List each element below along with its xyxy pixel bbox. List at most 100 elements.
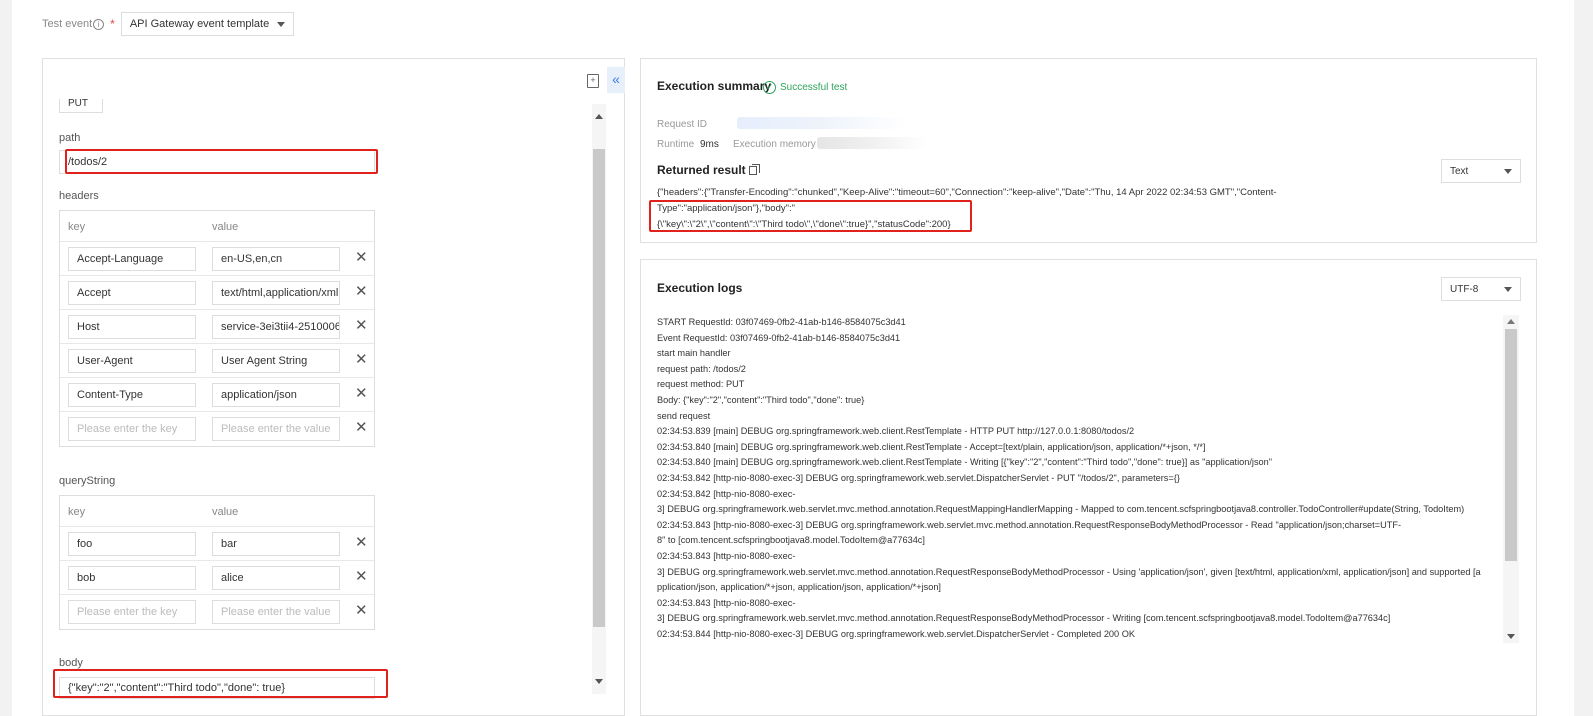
header-key-input[interactable]: Accept-Language <box>68 247 196 271</box>
log-line: 8" to [com.tencent.scfspringbootjava8.mo… <box>657 535 925 546</box>
header-key-input[interactable]: Please enter the key <box>68 417 196 441</box>
header-value-input[interactable]: Please enter the value <box>212 417 340 441</box>
execution-summary-panel: Execution summary ✓ Successful test Requ… <box>640 58 1537 243</box>
close-icon[interactable]: ✕ <box>355 386 368 402</box>
result-format-value: Text <box>1450 165 1469 177</box>
event-template-select[interactable]: API Gateway event template <box>120 12 295 36</box>
header-value-input[interactable]: text/html,application/xml,a <box>212 281 340 305</box>
copy-icon[interactable] <box>749 164 760 175</box>
header-value-input[interactable]: application/json <box>212 383 340 407</box>
log-line: 3] DEBUG org.springframework.web.servlet… <box>657 613 1391 624</box>
log-line: START RequestId: 03f07469-0fb2-41ab-b146… <box>657 317 906 327</box>
highlight-box-result <box>649 200 972 232</box>
log-line: 02:34:53.840 [main] DEBUG org.springfram… <box>657 457 1273 468</box>
table-row: Content-Type application/json ✕ <box>60 378 374 412</box>
chevron-down-icon <box>277 21 286 27</box>
query-value-input[interactable]: alice <box>212 566 340 590</box>
save-template-icon[interactable]: + <box>587 74 599 88</box>
headers-table: key value Accept-Language en-US,en,cn ✕ … <box>59 210 375 447</box>
execution-memory-label: Execution memory <box>733 139 816 150</box>
log-line: Event RequestId: 03f07469-0fb2-41ab-b146… <box>657 332 901 343</box>
query-value-input[interactable]: Please enter the value <box>212 600 340 624</box>
query-value-input[interactable]: bar <box>212 532 340 556</box>
scroll-thumb[interactable] <box>1505 329 1517 561</box>
summary-title: Execution summary <box>657 79 772 93</box>
log-line: send request <box>657 410 711 421</box>
close-icon[interactable]: ✕ <box>355 284 368 300</box>
close-icon[interactable]: ✕ <box>355 250 368 266</box>
encoding-select[interactable]: UTF-8 <box>1441 277 1521 301</box>
header-key-input[interactable]: Content-Type <box>68 383 196 407</box>
request-id-label: Request ID <box>657 119 708 130</box>
query-key-input[interactable]: bob <box>68 566 196 590</box>
highlight-box-body <box>53 669 388 698</box>
querystring-table-head: key value <box>60 496 374 527</box>
log-line: 02:34:53.839 [main] DEBUG org.springfram… <box>657 426 1135 437</box>
close-icon[interactable]: ✕ <box>355 603 368 619</box>
body-label: body <box>59 657 83 669</box>
execution-memory-value-redacted <box>817 137 927 149</box>
runtime-label: Runtime <box>657 139 695 150</box>
table-row: foo bar ✕ <box>60 527 374 561</box>
header-key-input[interactable]: Accept <box>68 281 196 305</box>
log-line: request path: /todos/2 <box>657 363 746 374</box>
header-value-input[interactable]: en-US,en,cn <box>212 247 340 271</box>
querystring-table: key value foo bar ✕ bob alice ✕ Please e… <box>59 495 375 630</box>
editor-scrollbar[interactable] <box>592 104 606 694</box>
query-key-input[interactable]: Please enter the key <box>68 600 196 624</box>
value-column-header: value <box>212 506 239 518</box>
required-mark: * <box>110 17 115 31</box>
returned-result-label: Returned result <box>657 163 746 177</box>
method-select[interactable]: PUT <box>59 99 103 113</box>
header-value-input[interactable]: User Agent String <box>212 349 340 373</box>
logs-title: Execution logs <box>657 281 743 295</box>
test-event-label: Test event <box>42 18 93 30</box>
scroll-up-icon[interactable] <box>1507 319 1515 324</box>
log-output: START RequestId: 03f07469-0fb2-41ab-b146… <box>657 315 1502 642</box>
log-line: 02:34:53.843 [http-nio-8080-exec- <box>657 597 796 608</box>
highlight-box-path <box>65 149 378 174</box>
close-icon[interactable]: ✕ <box>355 420 368 436</box>
log-line: start main handler <box>657 348 731 359</box>
header-value-input[interactable]: service-3ei3tii4-251000691 <box>212 315 340 339</box>
logs-scrollbar[interactable] <box>1503 315 1519 643</box>
log-line: 02:34:53.844 [http-nio-8080-exec-3] DEBU… <box>657 628 1135 639</box>
query-key-input[interactable]: foo <box>68 532 196 556</box>
querystring-label: queryString <box>59 475 116 487</box>
scroll-thumb[interactable] <box>593 149 605 627</box>
scroll-down-icon[interactable] <box>595 679 603 684</box>
value-column-header: value <box>212 221 239 233</box>
runtime-value: 9ms <box>700 139 719 150</box>
table-row: Host service-3ei3tii4-251000691 ✕ <box>60 310 374 344</box>
header-key-input[interactable]: Host <box>68 315 196 339</box>
scroll-up-icon[interactable] <box>595 114 603 119</box>
log-line: 3] DEBUG org.springframework.web.servlet… <box>657 566 1481 577</box>
log-line: 02:34:53.840 [main] DEBUG org.springfram… <box>657 441 1206 452</box>
table-row: Please enter the key Please enter the va… <box>60 412 374 446</box>
encoding-value: UTF-8 <box>1450 283 1479 295</box>
key-column-header: key <box>68 221 86 233</box>
header-key-input[interactable]: User-Agent <box>68 349 196 373</box>
log-line: pplication/json, application/*+json, app… <box>657 582 941 593</box>
table-row: bob alice ✕ <box>60 561 374 595</box>
close-icon[interactable]: ✕ <box>355 352 368 368</box>
result-format-select[interactable]: Text <box>1441 159 1521 183</box>
event-template-value: API Gateway event template <box>129 18 270 30</box>
check-circle-icon: ✓ <box>763 81 776 94</box>
close-icon[interactable]: ✕ <box>355 318 368 334</box>
chevron-down-icon <box>1504 286 1512 292</box>
table-row: Accept text/html,application/xml,a ✕ <box>60 276 374 310</box>
log-line: 02:34:53.842 [http-nio-8080-exec- <box>657 488 796 499</box>
close-icon[interactable]: ✕ <box>355 569 368 585</box>
scroll-down-icon[interactable] <box>1507 634 1515 639</box>
event-editor-panel: + « PUT path /todos/2 headers key value … <box>42 58 625 716</box>
table-row: User-Agent User Agent String ✕ <box>60 344 374 378</box>
status-badge: ✓ Successful test <box>763 81 847 94</box>
chevron-down-icon <box>1504 168 1512 174</box>
log-line: 02:34:53.842 [http-nio-8080-exec-3] DEBU… <box>657 472 1180 483</box>
collapse-panel-button[interactable]: « <box>607 67 625 93</box>
info-icon[interactable]: i <box>93 18 105 30</box>
close-icon[interactable]: ✕ <box>355 535 368 551</box>
test-event-row: Test event i * API Gateway event templat… <box>42 12 295 36</box>
key-column-header: key <box>68 506 86 518</box>
